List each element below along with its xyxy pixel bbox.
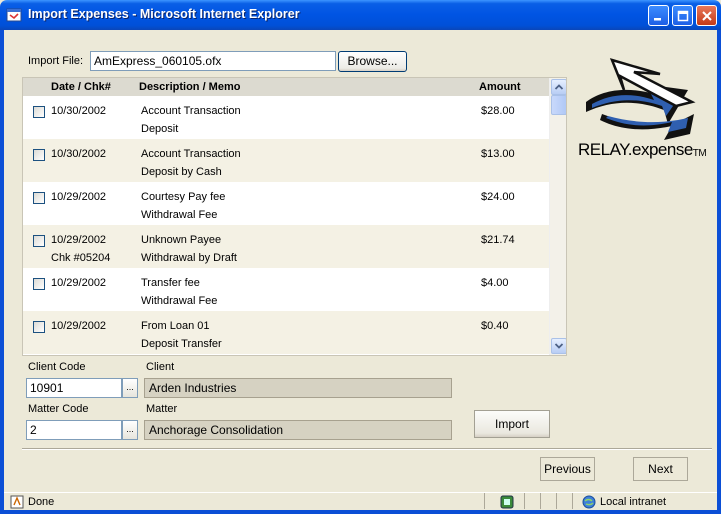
transactions-table: Date / Chk# Description / Memo Amount 10… (22, 77, 567, 356)
table-row[interactable]: 10/30/2002 Account Transaction Deposit b… (23, 139, 549, 182)
table-row[interactable]: 10/29/2002 Courtesy Pay fee Withdrawal F… (23, 182, 549, 225)
matter-lookup-button[interactable]: ... (122, 420, 138, 440)
row-memo: Deposit Transfer (141, 338, 222, 350)
table-row[interactable]: 10/29/2002 Chk #05204 Unknown Payee With… (23, 225, 549, 268)
scroll-up-button[interactable] (551, 79, 566, 95)
row-check-number: Chk #05204 (51, 252, 111, 264)
matter-name-field: Anchorage Consolidation (144, 420, 452, 440)
chevron-up-icon (554, 84, 564, 90)
row-checkbox[interactable] (33, 192, 45, 204)
footer-divider (22, 448, 712, 450)
logo-word: RELAY (578, 140, 628, 159)
row-checkbox[interactable] (33, 149, 45, 161)
browse-button[interactable]: Browse... (338, 51, 407, 72)
row-date: 10/30/2002 (51, 148, 107, 160)
ie-icon (6, 8, 22, 22)
row-memo: Withdrawal Fee (141, 209, 218, 221)
matter-code-input[interactable]: 2 (26, 420, 122, 440)
minimize-button[interactable] (648, 5, 669, 26)
logo-trademark: TM (692, 148, 707, 159)
next-button[interactable]: Next (633, 457, 688, 481)
client-name-field: Arden Industries (144, 378, 452, 398)
row-amount: $21.74 (481, 234, 515, 246)
row-description: Transfer fee (141, 277, 200, 289)
row-date: 10/29/2002 (51, 234, 107, 246)
header-date[interactable]: Date / Chk# (51, 81, 111, 93)
row-amount: $13.00 (481, 148, 515, 160)
scroll-thumb[interactable] (551, 95, 566, 115)
row-description: Unknown Payee (141, 234, 222, 246)
row-amount: $0.40 (481, 320, 509, 332)
intranet-globe-icon (582, 495, 596, 509)
table-row[interactable]: 10/29/2002 From Loan 01 Deposit Transfer… (23, 311, 549, 354)
row-checkbox[interactable] (33, 106, 45, 118)
client-code-label: Client Code (28, 361, 86, 373)
previous-button[interactable]: Previous (540, 457, 595, 481)
row-memo: Deposit by Cash (141, 166, 222, 178)
title-bar[interactable]: Import Expenses - Microsoft Internet Exp… (0, 0, 721, 30)
table-row[interactable]: 10/30/2002 Account Transaction Deposit $… (23, 96, 549, 139)
client-lookup-button[interactable]: ... (122, 378, 138, 398)
relay-logo-text: RELAY.expenseTM (578, 140, 707, 160)
client-code-input[interactable]: 10901 (26, 378, 122, 398)
maximize-icon (677, 10, 689, 22)
row-amount: $4.00 (481, 277, 509, 289)
row-checkbox[interactable] (33, 321, 45, 333)
logo-suffix: .expense (627, 140, 694, 159)
matter-label: Matter (146, 403, 178, 415)
row-date: 10/29/2002 (51, 320, 107, 332)
row-memo: Withdrawal by Draft (141, 252, 237, 264)
page-done-icon (10, 495, 24, 509)
row-memo: Withdrawal Fee (141, 295, 218, 307)
row-amount: $28.00 (481, 105, 515, 117)
zone-text: Local intranet (600, 496, 667, 508)
table-scrollbar[interactable] (549, 78, 566, 355)
row-date: 10/29/2002 (51, 191, 107, 203)
import-file-input[interactable]: AmExpress_060105.ofx (90, 51, 336, 71)
minimize-icon (654, 18, 661, 21)
row-date: 10/29/2002 (51, 277, 107, 289)
header-description[interactable]: Description / Memo (139, 81, 240, 93)
chevron-down-icon (554, 343, 564, 349)
row-date: 10/30/2002 (51, 105, 107, 117)
table-header: Date / Chk# Description / Memo Amount (23, 78, 549, 96)
row-description: Courtesy Pay fee (141, 191, 226, 203)
row-amount: $24.00 (481, 191, 515, 203)
status-divider (572, 493, 573, 509)
status-divider (556, 493, 557, 509)
close-icon (702, 11, 712, 21)
row-description: Account Transaction (141, 148, 241, 160)
header-amount[interactable]: Amount (479, 81, 521, 93)
security-zone-icon (500, 495, 514, 509)
window-title: Import Expenses - Microsoft Internet Exp… (28, 7, 300, 21)
row-memo: Deposit (141, 123, 179, 135)
import-button[interactable]: Import (474, 410, 550, 438)
close-button[interactable] (696, 5, 717, 26)
status-divider (484, 493, 485, 509)
status-divider (524, 493, 525, 509)
row-checkbox[interactable] (33, 235, 45, 247)
status-divider (540, 493, 541, 509)
row-checkbox[interactable] (33, 278, 45, 290)
client-label: Client (146, 361, 175, 373)
status-text: Done (28, 496, 55, 508)
maximize-button[interactable] (672, 5, 693, 26)
matter-code-label: Matter Code (28, 403, 89, 415)
import-file-label: Import File: (28, 55, 84, 67)
table-row[interactable]: 10/29/2002 Transfer fee Withdrawal Fee $… (23, 268, 549, 311)
scroll-down-button[interactable] (551, 338, 566, 354)
row-description: From Loan 01 (141, 320, 210, 332)
row-description: Account Transaction (141, 105, 241, 117)
